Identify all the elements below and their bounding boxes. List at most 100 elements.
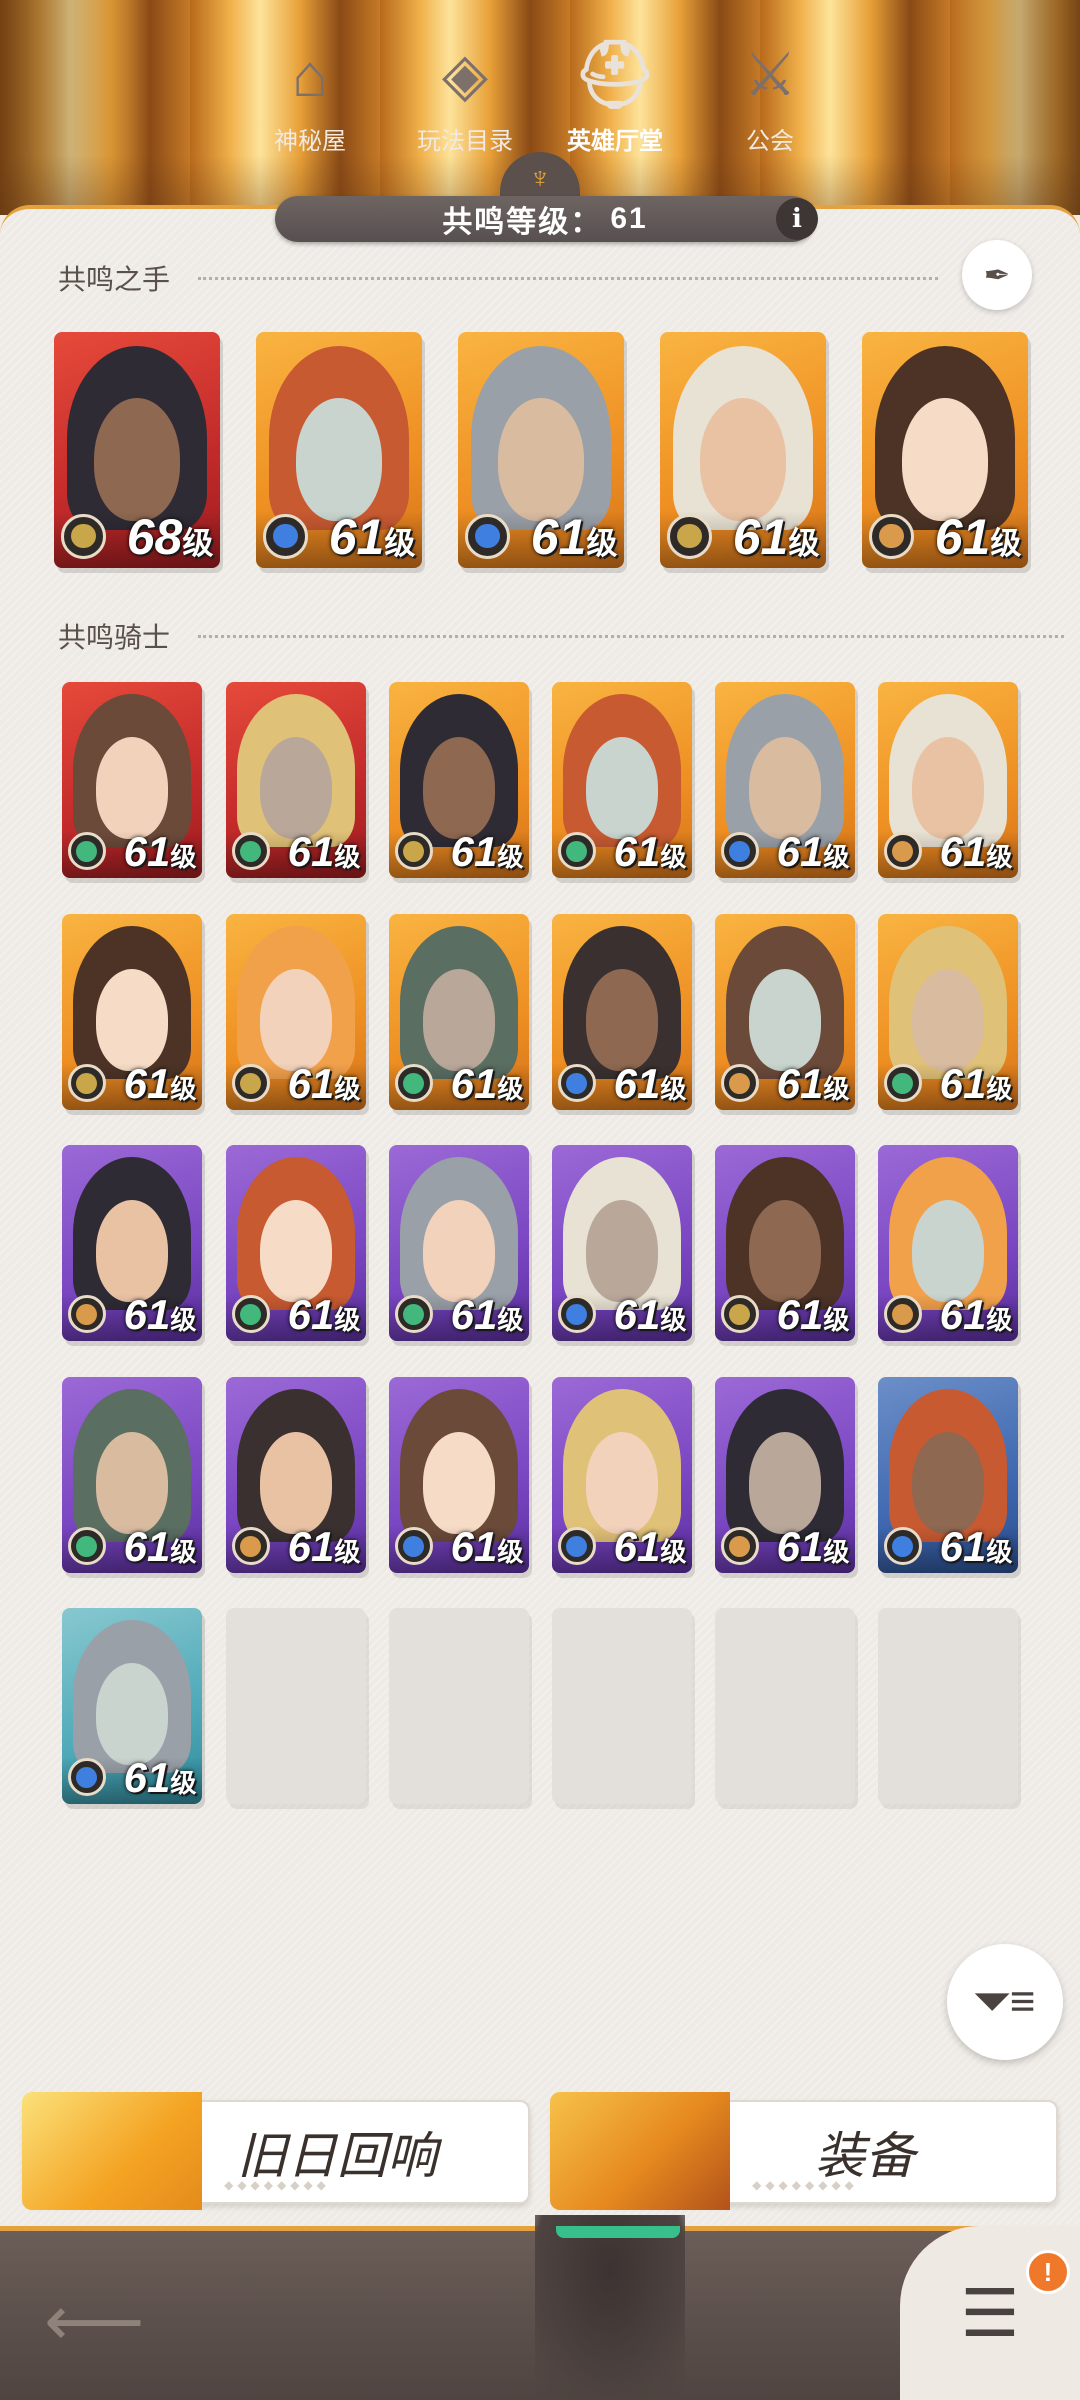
hero-level-unit: 级 — [986, 1074, 1013, 1105]
equipment-button[interactable]: 装备 ◆◆◆◆◆◆◆◆ — [550, 2092, 1058, 2210]
resonance-level-pill: 共鸣等级： 61 — [275, 196, 815, 242]
faction-gem — [76, 1072, 98, 1094]
faction-gem — [76, 1766, 98, 1788]
modes-diamond-icon: ◈ — [441, 41, 489, 108]
knight-hero-card[interactable]: 61级 — [715, 682, 855, 878]
hero-level-unit: 级 — [497, 1074, 524, 1105]
knight-hero-card[interactable]: 61级 — [552, 682, 692, 878]
hero-level-number: 61 — [530, 508, 587, 565]
hero-level-unit: 级 — [497, 1537, 524, 1568]
faction-gem — [892, 840, 914, 862]
hero-face — [422, 968, 496, 1071]
hero-face — [259, 968, 333, 1071]
hero-level: 61级 — [614, 828, 687, 876]
knight-hero-card[interactable]: 61级 — [715, 1145, 855, 1341]
hero-level-unit: 级 — [182, 525, 214, 561]
hand-hero-card[interactable]: 61级 — [256, 332, 422, 568]
hero-level-unit: 级 — [986, 1537, 1013, 1568]
hero-level-number: 61 — [123, 828, 171, 876]
filter-button[interactable]: ⏷≡ — [947, 1944, 1063, 2060]
lightbearer-faction-icon — [557, 1064, 596, 1103]
echoes-of-the-past-button[interactable]: 旧日回响 ◆◆◆◆◆◆◆◆ — [22, 2092, 530, 2210]
hero-face — [422, 1199, 496, 1302]
hero-face — [295, 398, 383, 521]
nav-item-hero-hall[interactable]: ⛑ 英雄厅堂 — [550, 0, 680, 174]
knight-hero-card[interactable]: 61级 — [552, 914, 692, 1110]
nav-label: 玩法目录 — [417, 128, 513, 155]
back-arrow-icon[interactable]: ⟵ — [44, 2280, 144, 2362]
hero-level-number: 61 — [613, 1060, 661, 1108]
knight-hero-card[interactable]: 61级 — [878, 914, 1018, 1110]
nav-item-modes[interactable]: ◈ 玩法目录 — [400, 0, 530, 174]
hero-face — [259, 1199, 333, 1302]
quill-edit-icon[interactable]: ✒ — [962, 240, 1032, 310]
knight-hero-card[interactable]: 61级 — [552, 1145, 692, 1341]
knight-hero-card[interactable]: 61级 — [552, 1377, 692, 1573]
hero-level-unit: 级 — [660, 1305, 687, 1336]
knight-hero-card[interactable]: 61级 — [389, 1377, 529, 1573]
hero-level-number: 61 — [450, 1523, 498, 1571]
faction-gem — [240, 1535, 262, 1557]
faction-gem — [70, 523, 96, 549]
hand-hero-card[interactable]: 61级 — [660, 332, 826, 568]
knight-hero-card[interactable]: 61级 — [715, 914, 855, 1110]
hero-level-number: 61 — [123, 1060, 171, 1108]
hero-level-unit: 级 — [170, 1074, 197, 1105]
hero-level: 61级 — [614, 1291, 687, 1339]
knight-hero-card[interactable]: 61级 — [226, 1377, 366, 1573]
knight-hero-card[interactable]: 61级 — [226, 682, 366, 878]
knight-hero-card[interactable]: 61级 — [878, 682, 1018, 878]
knight-hero-card[interactable]: 61级 — [389, 914, 529, 1110]
knight-hero-card[interactable]: 61级 — [878, 1377, 1018, 1573]
info-button[interactable]: i — [776, 198, 818, 240]
hero-level: 61级 — [531, 508, 618, 566]
hero-level: 61级 — [777, 1060, 850, 1108]
knight-hero-card[interactable]: 61级 — [62, 1608, 202, 1804]
mauler-faction-icon — [394, 832, 433, 871]
knight-hero-card[interactable]: 61级 — [62, 1145, 202, 1341]
hero-level: 61级 — [777, 1523, 850, 1571]
knight-hero-card[interactable]: 61级 — [389, 1145, 529, 1341]
equipment-chest-icon — [550, 2092, 730, 2210]
faction-gem — [566, 1535, 588, 1557]
faction-gem — [566, 840, 588, 862]
empty-knight-slot[interactable] — [878, 1608, 1018, 1804]
knight-hero-card[interactable]: 61级 — [226, 1145, 366, 1341]
hand-hero-card[interactable]: 68级 — [54, 332, 220, 568]
faction-gem — [240, 840, 262, 862]
hero-level: 61级 — [124, 1754, 197, 1802]
nav-item-mystery-house[interactable]: ⌂ 神秘屋 — [250, 0, 370, 174]
lightbearer-faction-icon — [720, 832, 759, 871]
hero-face — [95, 1662, 169, 1765]
hero-level-unit: 级 — [660, 1537, 687, 1568]
empty-knight-slot[interactable] — [226, 1608, 366, 1804]
knight-hero-card[interactable]: 61级 — [62, 1377, 202, 1573]
hand-hero-card[interactable]: 61级 — [458, 332, 624, 568]
empty-knight-slot[interactable] — [552, 1608, 692, 1804]
hero-level: 61级 — [124, 1060, 197, 1108]
section-title-knights: 共鸣骑士 — [58, 622, 171, 653]
knight-hero-card[interactable]: 61级 — [715, 1377, 855, 1573]
hero-face — [748, 1199, 822, 1302]
knight-hero-card[interactable]: 61级 — [62, 682, 202, 878]
nav-label: 公会 — [746, 128, 794, 155]
nav-active-highlight — [535, 2215, 685, 2400]
knight-hero-card[interactable]: 61级 — [62, 914, 202, 1110]
hero-level-unit: 级 — [384, 525, 416, 561]
hero-level-unit: 级 — [986, 842, 1013, 873]
faction-gem — [240, 1072, 262, 1094]
nav-item-guild[interactable]: ⚔ 公会 — [710, 0, 830, 174]
hero-level-number: 61 — [123, 1754, 171, 1802]
hero-face — [585, 736, 659, 839]
empty-knight-slot[interactable] — [389, 1608, 529, 1804]
mauler-faction-icon — [720, 1295, 759, 1334]
knight-hero-card[interactable]: 61级 — [878, 1145, 1018, 1341]
knight-hero-card[interactable]: 61级 — [389, 682, 529, 878]
graveborn-faction-icon — [720, 1527, 759, 1566]
empty-knight-slot[interactable] — [715, 1608, 855, 1804]
hero-face — [911, 968, 985, 1071]
knight-hero-card[interactable]: 61级 — [226, 914, 366, 1110]
hand-hero-card[interactable]: 61级 — [862, 332, 1028, 568]
hero-level: 61级 — [288, 1291, 361, 1339]
faction-gem — [240, 1303, 262, 1325]
